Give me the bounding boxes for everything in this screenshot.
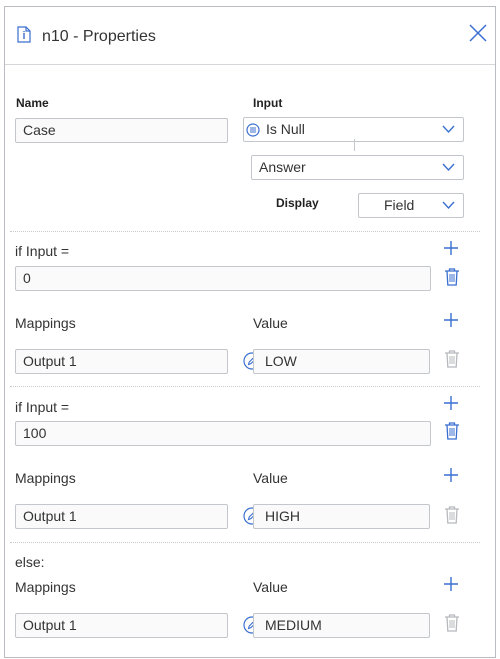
mappings-label: Mappings [15, 470, 76, 486]
answer-select[interactable]: Answer [251, 155, 464, 180]
add-mapping-icon[interactable] [443, 467, 459, 483]
value-label: Value [253, 579, 288, 595]
trash-icon[interactable] [444, 422, 460, 440]
mapping-output-field[interactable]: Output 1 [15, 613, 228, 638]
trash-icon[interactable] [444, 268, 460, 286]
section-divider [10, 542, 480, 543]
value-label: Value [253, 315, 288, 331]
mapping-value-field[interactable]: MEDIUM [253, 613, 430, 638]
mapping-output-field[interactable]: Output 1 [15, 349, 228, 374]
value-label: Value [253, 470, 288, 486]
if-input-field[interactable]: 0 [15, 266, 431, 291]
connector-line [354, 139, 355, 151]
input-select-value: Is Null [266, 121, 305, 137]
trash-icon [445, 614, 459, 632]
trash-icon [445, 350, 459, 368]
close-icon[interactable] [468, 23, 488, 43]
if-input-label: if Input = [15, 399, 70, 415]
else-label: else: [15, 554, 45, 570]
document-info-icon [17, 26, 31, 43]
panel-title: n10 - Properties [42, 28, 156, 45]
display-select-value: Field [384, 197, 415, 213]
input-label: Input [253, 96, 283, 110]
display-label: Display [276, 196, 319, 210]
mapping-value-field[interactable]: LOW [253, 349, 430, 374]
chevron-down-icon [442, 201, 455, 210]
add-case-icon[interactable] [443, 240, 459, 256]
if-input-field[interactable]: 100 [15, 421, 431, 446]
mappings-label: Mappings [15, 579, 76, 595]
properties-panel: n10 - Properties [4, 6, 496, 658]
add-mapping-icon[interactable] [443, 312, 459, 328]
list-icon [246, 123, 260, 137]
section-divider [10, 231, 480, 232]
section-divider [10, 386, 480, 387]
if-input-label: if Input = [15, 243, 70, 259]
add-case-icon[interactable] [443, 395, 459, 411]
name-label: Name [16, 96, 49, 110]
add-mapping-icon[interactable] [443, 576, 459, 592]
panel-header: n10 - Properties [5, 7, 495, 65]
answer-select-value: Answer [259, 159, 306, 175]
mapping-output-field[interactable]: Output 1 [15, 504, 228, 529]
name-field[interactable]: Case [15, 118, 228, 143]
mapping-value-field[interactable]: HIGH [253, 504, 430, 529]
chevron-down-icon [442, 163, 455, 172]
display-select[interactable]: Field [358, 193, 464, 218]
mappings-label: Mappings [15, 315, 76, 331]
trash-icon [445, 506, 459, 524]
chevron-down-icon [442, 125, 455, 134]
